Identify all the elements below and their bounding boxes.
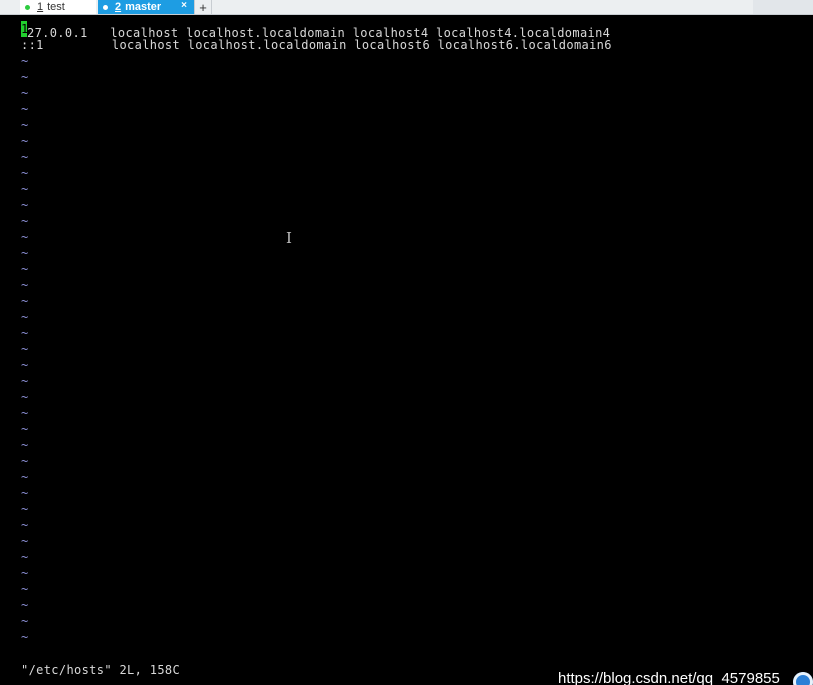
tilde-line: ~ — [21, 230, 29, 244]
watermark: https://blog.csdn.net/qq_4579855 — [558, 670, 780, 685]
tab-number: 2 — [115, 1, 122, 13]
tilde-line: ~ — [21, 406, 29, 420]
tilde-line: ~ — [21, 486, 29, 500]
tilde-line: ~ — [21, 550, 29, 564]
tilde-line: ~ — [21, 342, 29, 356]
tilde-line: ~ — [21, 470, 29, 484]
tilde-line: ~ — [21, 118, 29, 132]
terminal-vim-editor[interactable]: 127.0.0.1 localhost localhost.localdomai… — [0, 15, 813, 685]
tilde-line: ~ — [21, 454, 29, 468]
tilde-line: ~ — [21, 150, 29, 164]
tilde-line: ~ — [21, 134, 29, 148]
tilde-line: ~ — [21, 614, 29, 628]
connection-status-dot-icon — [103, 4, 108, 10]
ibeam-cursor-icon: I — [286, 229, 292, 247]
tilde-line: ~ — [21, 374, 29, 388]
vim-status-line: "/etc/hosts" 2L, 158C — [21, 663, 181, 677]
tilde-line: ~ — [21, 214, 29, 228]
tilde-line: ~ — [21, 182, 29, 196]
tab-number: 1 — [37, 1, 44, 13]
tilde-line: ~ — [21, 294, 29, 308]
tilde-line: ~ — [21, 422, 29, 436]
tilde-line: ~ — [21, 518, 29, 532]
file-line-1: 127.0.0.1 localhost localhost.localdomai… — [21, 21, 610, 40]
tilde-line: ~ — [21, 502, 29, 516]
tab-bar-filler — [753, 0, 813, 14]
tilde-line: ~ — [21, 310, 29, 324]
tilde-line: ~ — [21, 198, 29, 212]
tilde-line: ~ — [21, 86, 29, 100]
file-line-2: ::1 localhost localhost.localdomain loca… — [21, 38, 612, 52]
tilde-line: ~ — [21, 566, 29, 580]
tilde-line: ~ — [21, 358, 29, 372]
tab-label: test — [47, 1, 65, 13]
tab-master[interactable]: 2 master × — [98, 0, 194, 14]
tilde-line: ~ — [21, 262, 29, 276]
watermark-logo-icon — [793, 672, 813, 685]
tilde-line: ~ — [21, 246, 29, 260]
tab-bar: 1 test 2 master × + — [0, 0, 813, 15]
tilde-line: ~ — [21, 278, 29, 292]
tab-test[interactable]: 1 test — [20, 0, 96, 14]
tilde-line: ~ — [21, 166, 29, 180]
tilde-line: ~ — [21, 438, 29, 452]
tilde-line: ~ — [21, 630, 29, 644]
close-tab-icon[interactable]: × — [181, 0, 187, 11]
tilde-line: ~ — [21, 598, 29, 612]
tilde-line: ~ — [21, 70, 29, 84]
tilde-line: ~ — [21, 54, 29, 68]
connection-status-dot-icon — [25, 4, 30, 10]
tilde-line: ~ — [21, 582, 29, 596]
tilde-line: ~ — [21, 326, 29, 340]
tilde-line: ~ — [21, 534, 29, 548]
tab-label: master — [125, 1, 162, 13]
tilde-line: ~ — [21, 390, 29, 404]
new-tab-button[interactable]: + — [194, 0, 212, 15]
tilde-line: ~ — [21, 102, 29, 116]
